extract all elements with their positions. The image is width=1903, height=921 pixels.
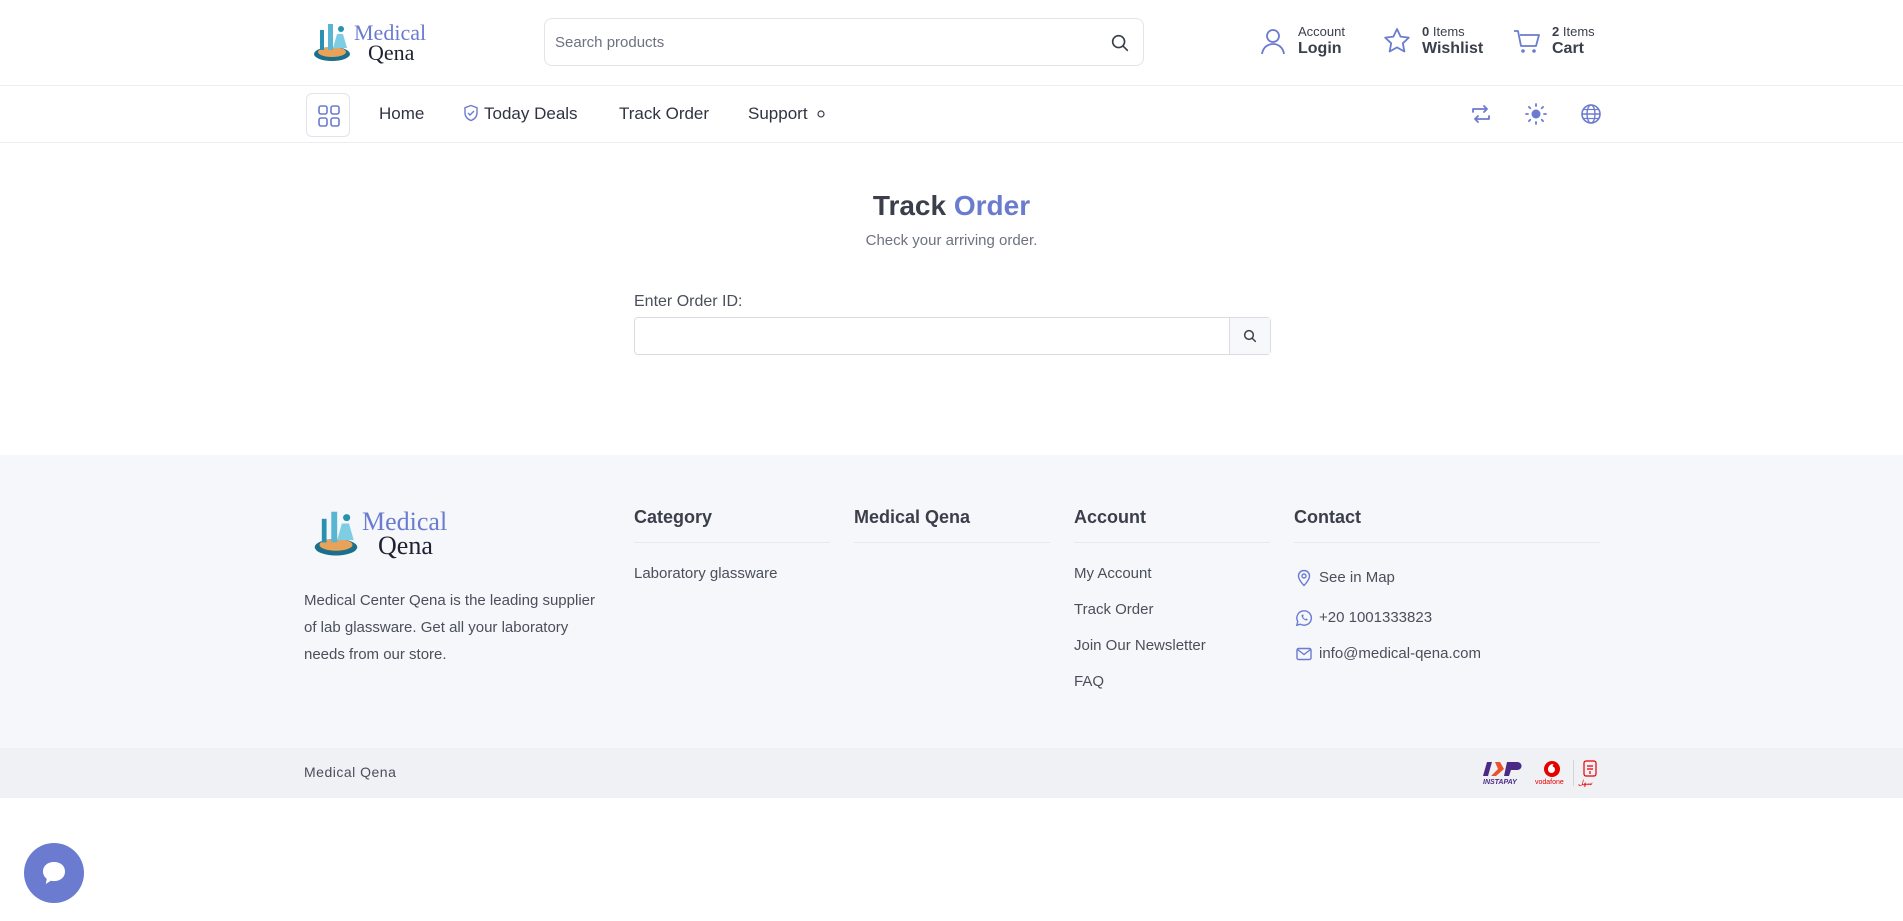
login-label: Login [1298, 40, 1342, 57]
order-id-input[interactable] [643, 322, 1233, 350]
cart-icon [1514, 30, 1540, 53]
footer-account-heading: Account [1074, 507, 1146, 527]
main-nav: Home Today Deals Track Order Support [0, 86, 1903, 143]
copyright-text: Medical Qena [304, 764, 397, 780]
cart-count-number: 2 [1552, 24, 1560, 39]
sun-theme-icon[interactable] [1524, 102, 1548, 126]
nav-today-deals[interactable]: Today Deals [462, 104, 578, 124]
track-search-button[interactable] [1229, 318, 1270, 354]
sahl-logo: سهل [1578, 760, 1602, 788]
page-title-part1: Track [872, 190, 947, 221]
wishlist-label: Wishlist [1422, 40, 1484, 57]
chat-widget-button[interactable] [24, 843, 84, 903]
vodafone-cash-logo: vodafone [1535, 760, 1569, 788]
footer-contact-heading: Contact [1294, 507, 1361, 527]
nav-home[interactable]: Home [379, 104, 424, 124]
nav-track-order[interactable]: Track Order [619, 104, 709, 124]
payment-divider [1573, 760, 1574, 786]
page-subtitle: Check your arriving order. [865, 232, 1038, 249]
sahl-mark-icon [1583, 760, 1597, 777]
mail-icon [1296, 647, 1312, 661]
compare-icon[interactable] [1469, 102, 1493, 126]
instapay-text: INSTAPAY [1483, 779, 1517, 786]
footer-bottom-bar: Medical Qena INSTAPAY vodafone سهل [0, 748, 1903, 798]
vodafone-mark-icon [1544, 761, 1560, 777]
footer-newsletter-link[interactable]: Join Our Newsletter [1074, 637, 1206, 654]
search-icon[interactable] [1109, 32, 1131, 54]
footer-faq-link[interactable]: FAQ [1074, 673, 1104, 690]
cart-label: Cart [1552, 40, 1585, 57]
categories-menu-button[interactable] [306, 93, 350, 137]
footer-category-link[interactable]: Laboratory glassware [634, 565, 777, 582]
brand-logo[interactable]: Medical Qena [310, 18, 432, 66]
nav-today-deals-label: Today Deals [484, 104, 578, 123]
footer-logo[interactable]: Medical Qena [310, 505, 460, 561]
vodafone-text: vodafone [1535, 779, 1564, 786]
search-input[interactable] [555, 27, 1095, 57]
order-id-label: Enter Order ID: [634, 293, 743, 310]
footer-divider [854, 542, 1050, 543]
search-icon [1243, 329, 1257, 343]
footer-phone-link[interactable]: +20 1001333823 [1319, 609, 1432, 626]
footer-brand-line2: Qena [378, 531, 433, 560]
logo-emblem-icon [314, 511, 358, 556]
footer-see-in-map-link[interactable]: See in Map [1319, 569, 1395, 586]
cart-count-unit: Items [1562, 24, 1595, 39]
brand-line2: Qena [368, 40, 415, 65]
dropdown-circle-icon [817, 110, 825, 118]
footer-category-heading: Category [634, 507, 713, 527]
footer-track-order-link[interactable]: Track Order [1074, 601, 1153, 618]
top-header: Medical Qena Account Login 0 Items Wishl… [0, 0, 1903, 86]
star-icon [1384, 28, 1410, 53]
page-title: Track Order [0, 190, 1903, 222]
cart-link[interactable]: 2 Items Cart [1512, 22, 1602, 62]
map-pin-icon [1297, 569, 1311, 587]
chat-bubble-icon [43, 862, 65, 884]
whatsapp-icon [1295, 610, 1313, 627]
footer: Medical Qena Medical Center Qena is the … [0, 455, 1903, 798]
user-icon [1261, 29, 1285, 55]
footer-medical-heading: Medical Qena [854, 507, 971, 527]
footer-divider [1074, 542, 1270, 543]
account-login-link[interactable]: Account Login [1258, 22, 1354, 62]
search-bar [544, 18, 1144, 66]
instapay-logo: INSTAPAY [1483, 760, 1529, 788]
wishlist-count-unit: Items [1432, 24, 1465, 39]
footer-my-account-link[interactable]: My Account [1074, 565, 1152, 582]
cart-count: 2 Items [1552, 24, 1595, 39]
order-id-field [634, 317, 1271, 355]
footer-description: Medical Center Qena is the leading suppl… [304, 592, 595, 663]
grid-icon [318, 105, 340, 127]
footer-email-link[interactable]: info@medical-qena.com [1319, 645, 1481, 662]
logo-emblem-icon [314, 24, 350, 61]
shield-check-icon [464, 104, 478, 122]
sahl-text: سهل [1578, 779, 1593, 787]
nav-support-label: Support [748, 104, 808, 123]
wishlist-link[interactable]: 0 Items Wishlist [1382, 22, 1484, 62]
nav-support[interactable]: Support [748, 104, 826, 124]
page-title-part2: Order [953, 190, 1031, 221]
account-caption: Account [1298, 24, 1345, 39]
footer-divider [634, 542, 830, 543]
footer-divider [1294, 542, 1600, 543]
wishlist-count: 0 Items [1422, 24, 1465, 39]
globe-language-icon[interactable] [1579, 102, 1603, 126]
wishlist-count-number: 0 [1422, 24, 1430, 39]
